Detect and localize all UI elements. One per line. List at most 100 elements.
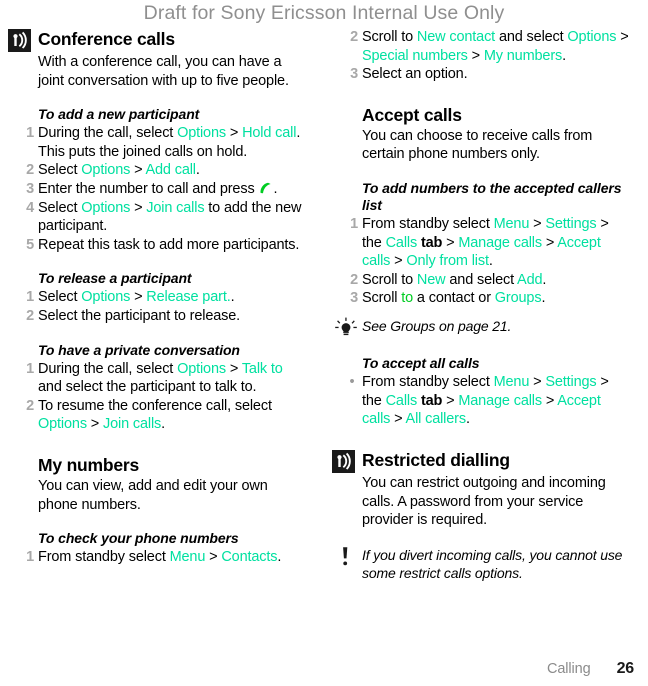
plain-text: Scroll <box>362 290 402 307</box>
ui-term: Options <box>81 289 131 306</box>
task-check-numbers-heading: To check your phone numbers <box>38 530 239 547</box>
plain-text: . <box>277 549 282 566</box>
ui-term: Hold call <box>242 125 297 142</box>
list-item-text: Select an option. <box>362 66 468 82</box>
task-accept-all-calls-steps: • From standby select Menu > Settings > t… <box>332 373 629 429</box>
exclamation-note-icon <box>334 546 358 568</box>
plain-text: . <box>195 162 200 179</box>
list-bullet: • <box>349 374 355 391</box>
task-release-participant-steps: 1 Select Options > Release part.. 2 Select … <box>8 288 305 325</box>
tip-note-groups: See Groups on page 21. <box>332 317 629 336</box>
ui-term: Special numbers <box>362 47 468 64</box>
list-item-text: Select Options > Release part.. <box>38 289 235 306</box>
list-item-text: Select Options > Add call. <box>38 162 200 178</box>
left-column: Conference calls With a conference call,… <box>8 28 305 567</box>
list-number: 3 <box>26 180 34 197</box>
plain-text: Scroll to <box>362 29 417 45</box>
restricted-dialling-heading-row: Restricted dialling <box>332 449 629 473</box>
plain-text: > <box>225 125 243 142</box>
list-item: 3 Scroll to a contact or Groups. <box>332 289 629 308</box>
list-number: 1 <box>26 289 34 306</box>
plain-text: . <box>541 290 546 307</box>
list-number: 2 <box>26 307 34 324</box>
footer-page-number: 26 <box>616 660 635 677</box>
task-private-conversation-steps: 1 During the call, select Options > Talk … <box>8 360 305 434</box>
list-item-text: Select the participant to release. <box>38 308 240 324</box>
list-number: 2 <box>350 271 358 288</box>
ui-term: Options <box>177 360 226 377</box>
task-add-participant-heading: To add a new participant <box>38 106 200 123</box>
antenna-signal-icon <box>8 29 31 52</box>
continued-steps: 2 Scroll to New contact and select Option… <box>332 28 629 84</box>
my-numbers-intro: You can view, add and edit your own phon… <box>38 477 268 513</box>
plain-text: and select the participant to talk to. <box>38 379 257 396</box>
list-number: 1 <box>26 360 34 377</box>
ui-term: Options <box>177 125 226 142</box>
list-item-text: Scroll to New contact and select Options… <box>362 29 629 64</box>
ui-term: Only from list <box>406 253 489 270</box>
plain-text: From standby select <box>362 374 494 391</box>
list-item: 1 During the call, select Options > Talk … <box>8 360 305 397</box>
footer-section-name: Calling <box>546 661 591 677</box>
list-item: 4 Select Options > Join calls to add the … <box>8 199 305 236</box>
list-number: 1 <box>26 125 34 142</box>
plain-text: During the call, select <box>38 125 178 142</box>
list-number: 1 <box>26 549 34 566</box>
plain-text: Repeat this task to add more participant… <box>38 236 300 253</box>
ui-term: New contact <box>416 29 496 45</box>
call-key-icon <box>259 181 272 194</box>
ui-term: Join calls <box>103 416 162 433</box>
plain-text: > <box>225 360 242 377</box>
ui-term: All callers <box>405 411 467 428</box>
plain-text: Enter the number to call and press <box>38 180 259 197</box>
task-private-conversation-heading: To have a private conversation <box>38 341 240 358</box>
plain-text: > <box>205 549 222 566</box>
antenna-signal-icon <box>332 449 355 473</box>
ui-term: Groups <box>494 290 542 307</box>
list-number: 3 <box>350 66 358 83</box>
plain-text: From standby select <box>38 549 170 566</box>
list-item-text: Enter the number to call and press . <box>38 181 277 197</box>
page-title-accept-calls: Accept calls <box>362 104 462 125</box>
task-release-participant-heading: To release a participant <box>38 270 192 287</box>
plain-text: > <box>390 411 406 428</box>
list-item: 2 To resume the conference call, select O… <box>8 397 305 434</box>
ui-term: Manage calls <box>458 392 542 409</box>
list-number: 5 <box>26 236 34 253</box>
ui-term: Options <box>81 162 131 179</box>
page-footer: Calling 26 <box>0 658 648 678</box>
plain-text: . <box>273 180 278 197</box>
plain-text: > <box>130 199 147 216</box>
page-title-restricted-dialling: Restricted dialling <box>362 449 510 470</box>
plain-text: > <box>442 392 459 409</box>
list-number: 2 <box>350 29 358 45</box>
plain-text: Select the participant to release. <box>38 307 241 324</box>
list-item-text: During the call, select Options > Hold c… <box>38 125 300 160</box>
list-item: 2 Scroll to New contact and select Option… <box>332 28 629 65</box>
plain-text: . <box>562 47 566 64</box>
ui-term: Settings <box>545 374 597 391</box>
page-title-my-numbers: My numbers <box>38 454 140 475</box>
plain-text: Select <box>38 199 82 216</box>
plain-text: > <box>442 234 459 251</box>
list-item-text: Scroll to New and select Add. <box>362 272 546 288</box>
list-item: 2 Select the participant to release. <box>8 307 305 326</box>
plain-text: Scroll to <box>362 271 417 288</box>
ui-term: Options <box>567 29 617 45</box>
list-item-text: To resume the conference call, select Op… <box>38 398 272 433</box>
ui-term: My numbers <box>483 47 563 64</box>
ui-term: Contacts <box>221 549 278 566</box>
list-item-text: Scroll to a contact or Groups. <box>362 290 545 306</box>
list-item: 3 Enter the number to call and press . <box>8 180 305 199</box>
plain-text: Select <box>38 289 82 306</box>
list-number: 1 <box>350 215 358 232</box>
accept-calls-intro: You can choose to receive calls from cer… <box>362 127 593 163</box>
emphasis-text: tab <box>417 234 443 251</box>
plain-text: . <box>542 271 547 288</box>
plain-text: > <box>529 374 546 391</box>
task-accept-all-calls-heading: To accept all calls <box>362 355 480 372</box>
plain-text: > <box>467 47 484 64</box>
ui-term: Options <box>38 416 87 433</box>
plain-text: . <box>161 416 166 433</box>
list-number: 4 <box>26 199 34 216</box>
